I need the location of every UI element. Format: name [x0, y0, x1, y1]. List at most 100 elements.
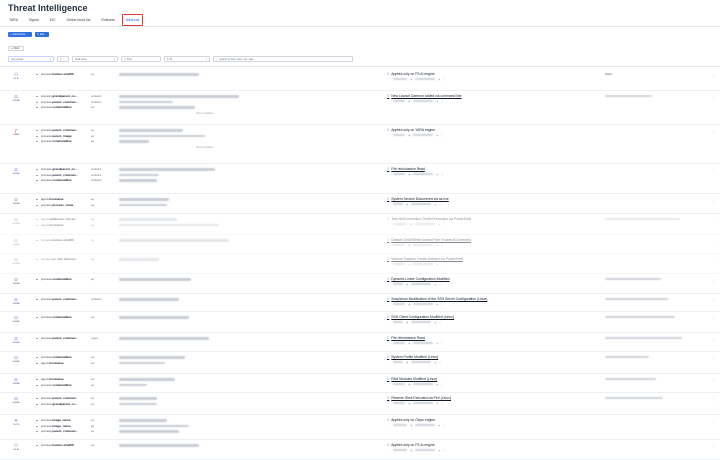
eye-icon: ◉ — [436, 303, 439, 306]
shield-icon: ⛉ — [387, 238, 390, 242]
condition-operator: eq — [91, 401, 95, 406]
search-input[interactable]: ⌕ Search by field, value, rule, tags... — [213, 56, 353, 62]
show-conditions-link[interactable]: Show conditions — [196, 146, 213, 149]
field-name: parent_comman... — [52, 429, 79, 433]
table-row[interactable]: ⊙ SIGMA process.commandline eq ⛉ SSH Client C… — [0, 312, 720, 333]
rule-title[interactable]: ⛉ Volume Shadow Create Deleted via PowerS… — [387, 257, 463, 261]
condition-dash — [36, 169, 38, 170]
tab-online-block-list[interactable]: Online block list — [63, 14, 95, 26]
condition-operator: eq — [91, 315, 95, 319]
table-row[interactable]: ƒ YARA process.parent_comman... eq process.p… — [0, 125, 720, 164]
show-conditions-link[interactable]: Show conditions — [196, 112, 213, 115]
value-placeholder: All — [169, 57, 173, 61]
table-row[interactable]: ⊙ SIGMA process.pe_info.internal... eq ⛉ Volu… — [0, 254, 720, 274]
table-row[interactable]: ⊙ SIGMA process.grandparent_co... contains p… — [0, 91, 720, 125]
row-menu-icon[interactable]: ⋮ — [712, 397, 715, 401]
table-row[interactable]: ⚇ FS AI process.hashes.sha256 eq ⛉ Applies on… — [0, 440, 720, 460]
link-icon: ⚲ — [60, 57, 62, 61]
rule-title[interactable]: ⛉ File /etc/shadow Read — [387, 167, 425, 171]
value-select[interactable]: # All ▾ — [164, 56, 210, 62]
redacted-meta — [413, 99, 434, 102]
calendar-icon: ▣ — [408, 100, 411, 103]
operator-select[interactable]: ⏷ Filter — [121, 56, 161, 62]
rule-title[interactable]: ⛉ Reverse Shell Executed via Perl (Linux) — [387, 396, 451, 400]
condition-dash — [36, 180, 38, 181]
tab-yara[interactable]: YARA — [5, 14, 22, 26]
table-row[interactable]: ⊙ SIGMA process.hashes.sha256 eq ⛉ Default Cm… — [0, 235, 720, 254]
row-menu-icon[interactable]: ⋮ — [712, 316, 715, 320]
rule-meta: ◌ ▣ ◉ ▢ — [389, 360, 441, 364]
table-row[interactable]: ⊙ SIGMA agent.hostname eq process.commandlin… — [0, 374, 720, 393]
table-row[interactable]: ⊙ SIGMA process.commandline eq agent.hostnam… — [0, 352, 720, 374]
redacted-meta — [411, 282, 432, 285]
field-name-select[interactable]: Field name ▾ — [72, 56, 118, 62]
condition: process.parent_comman... eq — [0, 429, 380, 434]
rule-title[interactable]: ⛉ File /etc/shadow Read — [387, 336, 425, 340]
rule-title[interactable]: ⛉ PAM Modules Modified (Linux) — [387, 377, 437, 381]
table-row[interactable]: ⊙ SIGMA agent.hostname eq process.process_na… — [0, 194, 720, 214]
rule-title[interactable]: ⛉ Suspicious Modification of the SSH Serv… — [387, 297, 487, 301]
condition-field: process.commandline — [41, 178, 72, 182]
row-menu-icon[interactable]: ⋮ — [712, 419, 715, 423]
rule-title[interactable]: ⛉ System Service Discovered via ss.exe — [387, 197, 449, 201]
row-menu-icon[interactable]: ⋮ — [712, 239, 715, 243]
rule-meta: ◌ ▣ ◉ ▢ — [389, 423, 445, 427]
row-menu-icon[interactable]: ⋮ — [712, 218, 715, 222]
link-button[interactable]: ⚲ — [57, 56, 69, 62]
rule-description-redacted — [605, 95, 652, 98]
row-menu-icon[interactable]: ⋮ — [712, 129, 715, 133]
field-prefix: process. — [41, 382, 53, 387]
row-menu-icon[interactable]: ⋮ — [712, 378, 715, 382]
table-row[interactable]: ✳ CLIPS process.image_name eq process.image_… — [0, 415, 720, 440]
row-menu-icon[interactable]: ⋮ — [712, 278, 715, 282]
table-row[interactable]: ⚇ FS AI process.hashes.sha256 eq ⛉ Applies on… — [0, 69, 720, 91]
field-prefix: process. — [41, 423, 53, 428]
row-menu-icon[interactable]: ⋮ — [712, 258, 715, 262]
table-row[interactable]: ⊙ SIGMA process.parent_comman... regex ⛉ File… — [0, 333, 720, 352]
tab-windows[interactable]: Windows — [121, 14, 144, 26]
row-menu-icon[interactable]: ⋮ — [712, 168, 715, 172]
condition-operator: eq — [91, 355, 95, 359]
condition: process.process_name eq — [0, 203, 380, 208]
row-menu-icon[interactable]: ⋮ — [712, 95, 715, 99]
shield-icon: ⛉ — [387, 128, 390, 132]
edit-button[interactable]: ✎ Edit — [35, 32, 49, 37]
field-name: parent_comman... — [52, 297, 79, 301]
table-row[interactable]: ⊙ SIGMA process.parent_comman... eq process.… — [0, 393, 720, 415]
field-name: process_name — [52, 202, 74, 207]
table-row[interactable]: ⊙ SIGMA agent.additional_info.ad... eq agent… — [0, 214, 720, 235]
shield-icon: ⛉ — [387, 396, 390, 400]
rule-title[interactable]: ⛉ SSH Client Configuration Modified (Linu… — [387, 315, 454, 319]
copy-icon: ▢ — [441, 383, 444, 386]
add-window-button[interactable]: + Add window — [8, 32, 32, 37]
rule-title[interactable]: ⛉ New Launch Daemon added via command lin… — [387, 94, 462, 98]
condition-operator: eq — [91, 133, 95, 138]
copy-icon: ▢ — [441, 244, 444, 247]
calendar-icon: ▣ — [406, 283, 409, 286]
condition-operator: eq — [91, 217, 95, 221]
tab-ioc[interactable]: IOC — [46, 14, 60, 26]
row-menu-icon[interactable]: ⋮ — [712, 356, 715, 360]
filter-button[interactable]: + Filter — [8, 46, 24, 51]
condition-dash — [36, 204, 38, 206]
row-menu-icon[interactable]: ⋮ — [712, 73, 715, 77]
table-row[interactable]: ⊙ SIGMA process.grandparent_co... contains p… — [0, 164, 720, 194]
sort-field-select[interactable]: Last update ▾ — [8, 56, 54, 62]
row-menu-icon[interactable]: ⋮ — [712, 337, 715, 341]
field-prefix: process. — [41, 139, 53, 143]
rule-title[interactable]: ⛉ Dynamic Linker Configuration Modified — [387, 277, 450, 281]
funnel-icon: ⏷ — [124, 57, 126, 61]
rule-title[interactable]: ⛉ Default Cmdlt/Write Named Pipe Enabled/… — [387, 238, 471, 242]
table-row[interactable]: ⊙ SIGMA process.parent_comman... contains ⛉ S… — [0, 294, 720, 312]
rule-title[interactable]: ⛉ System Profile Modified (Linux) — [387, 355, 438, 359]
condition-operator: eq — [91, 197, 95, 201]
field-name: pe_info.internal... — [52, 257, 78, 261]
tab-rulesets[interactable]: Rulesets — [97, 14, 118, 26]
table-row[interactable]: ⊙ SIGMA process.commandline eq ⛉ Dynamic Link… — [0, 274, 720, 294]
rule-description-redacted — [605, 298, 668, 301]
tab-sigma[interactable]: Sigma — [25, 14, 43, 26]
row-menu-icon[interactable]: ⋮ — [712, 444, 715, 448]
field-name: parent_comman... — [52, 172, 79, 177]
row-menu-icon[interactable]: ⋮ — [712, 298, 715, 302]
row-menu-icon[interactable]: ⋮ — [712, 198, 715, 202]
